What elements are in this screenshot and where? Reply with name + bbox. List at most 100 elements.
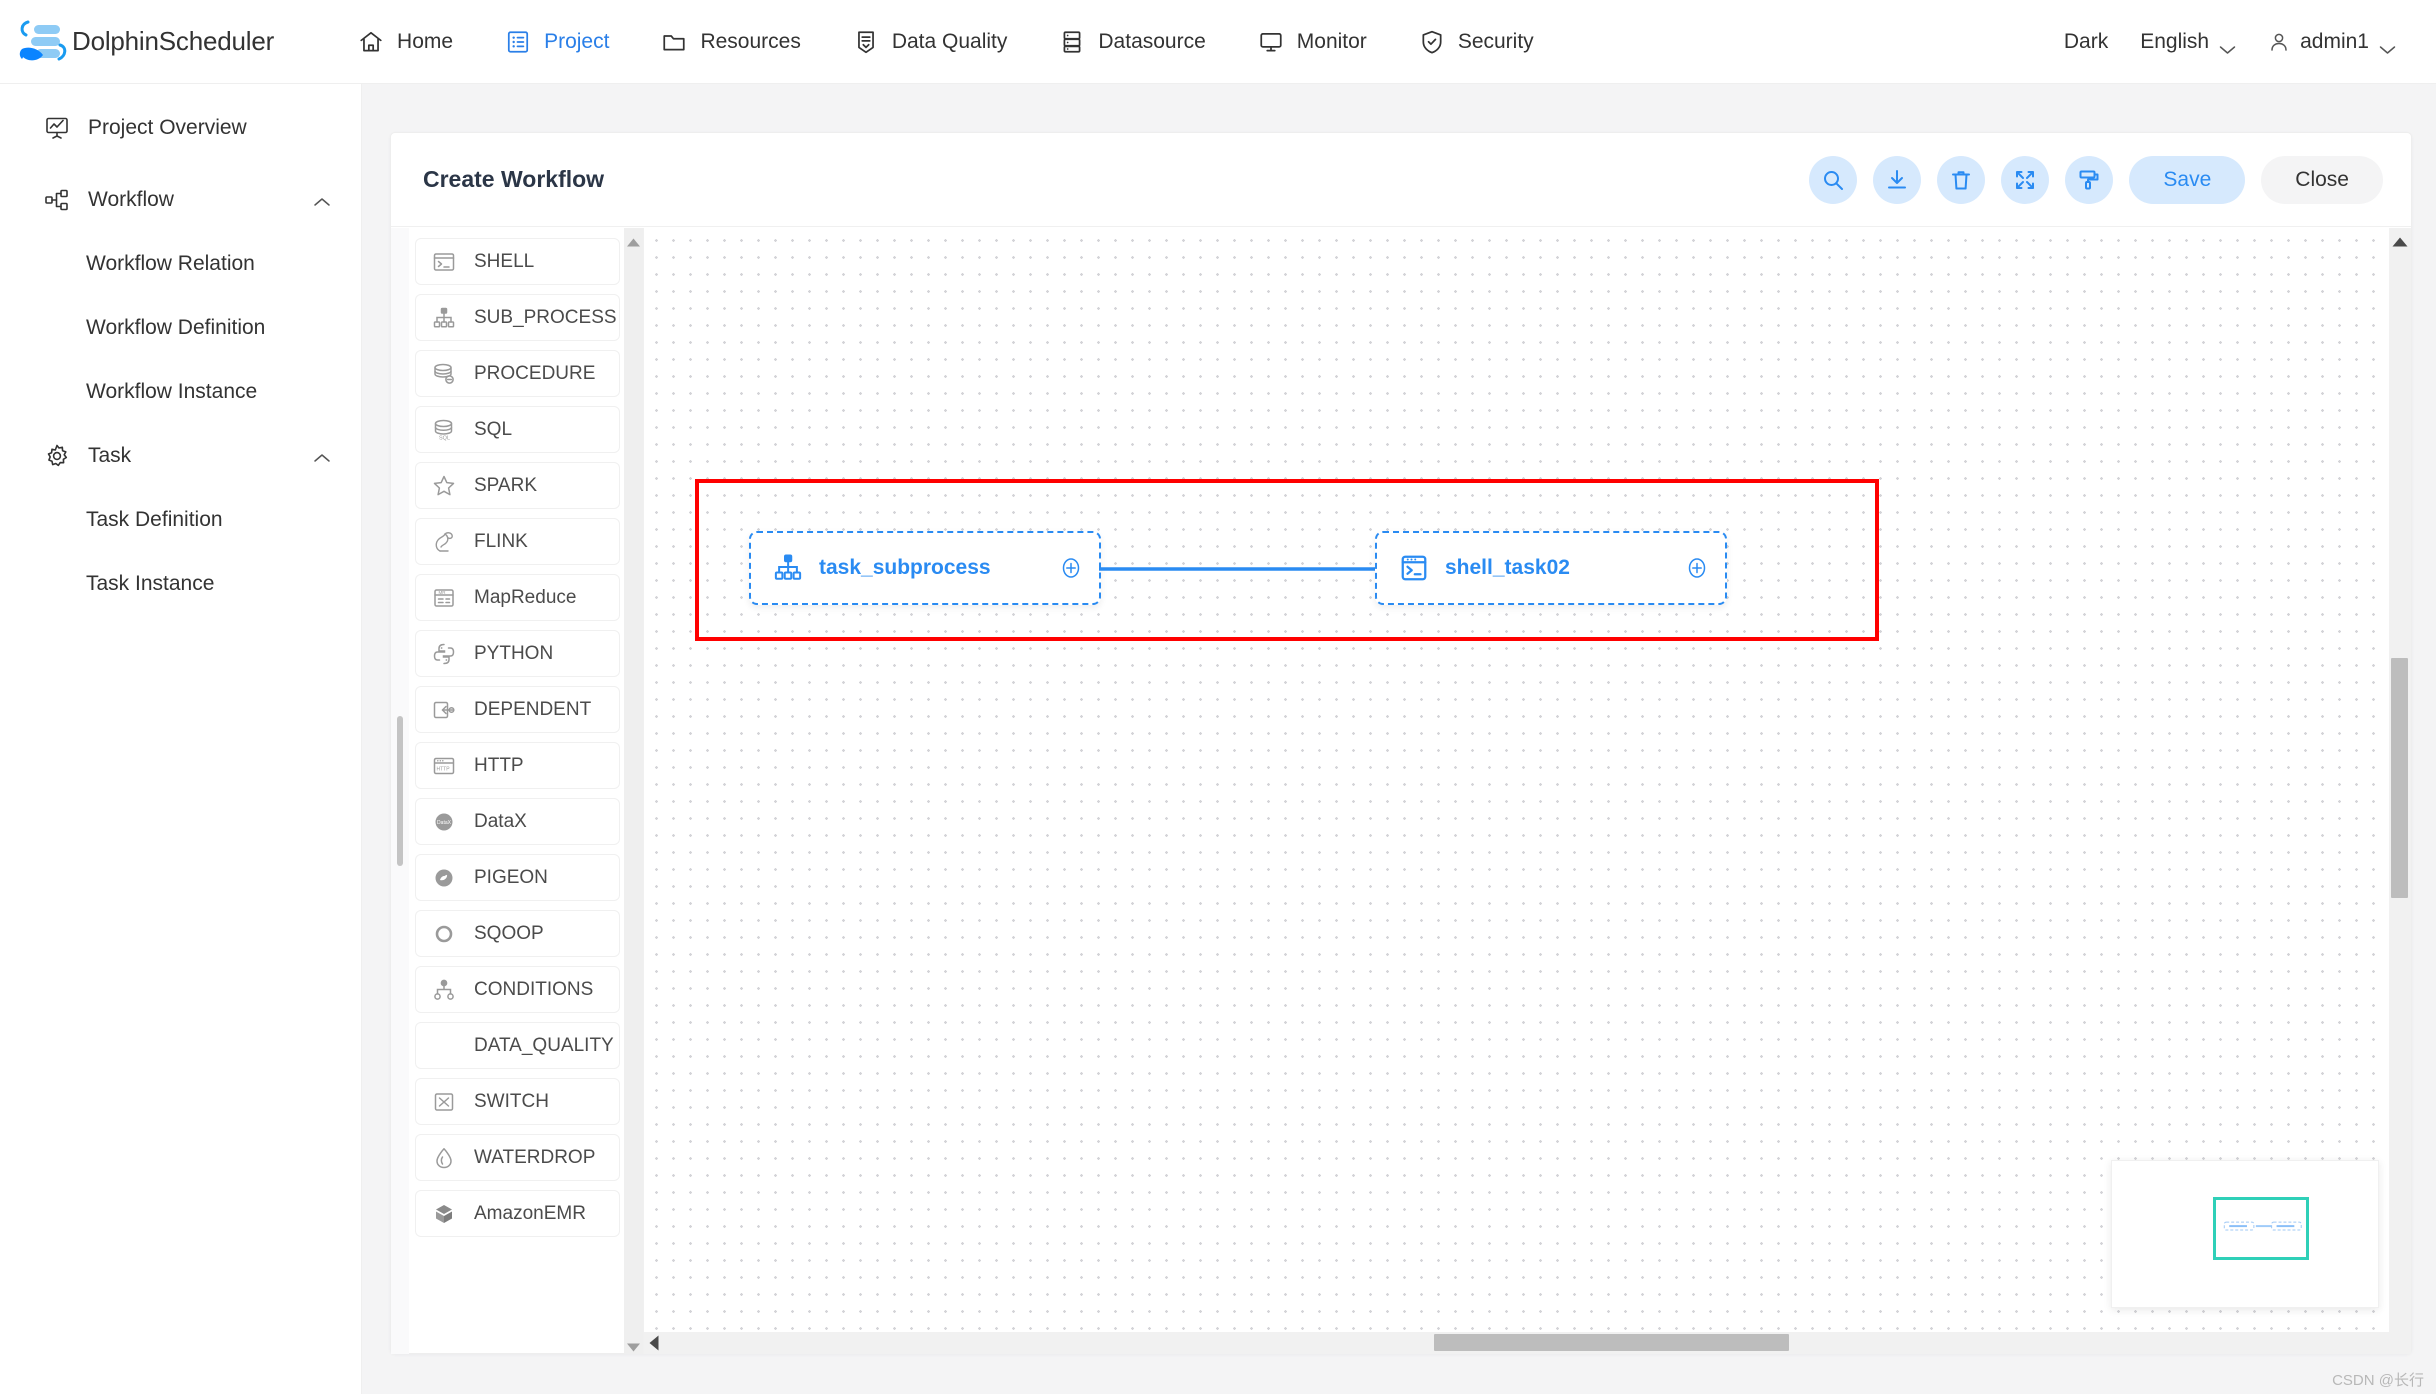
plus-circle-icon[interactable]	[1685, 556, 1709, 580]
chevron-up-icon[interactable]	[313, 451, 331, 462]
horizontal-scroll-thumb[interactable]	[1434, 1334, 1789, 1351]
triangle-up-icon[interactable]	[2392, 234, 2408, 247]
home-icon	[358, 29, 384, 55]
nav-item-project[interactable]: Project	[479, 0, 635, 84]
panel-body: SHELL SUB_PROCESS PROCEDURE SQL SQL SPAR…	[391, 228, 2411, 1354]
pigeon-icon	[432, 866, 456, 890]
sidebar-item-label: Workflow Relation	[86, 252, 255, 275]
palette-item-label: FLINK	[474, 530, 528, 552]
nav-item-home[interactable]: Home	[332, 0, 479, 84]
language-selector[interactable]: English	[2124, 30, 2252, 54]
brand[interactable]: DolphinScheduler	[16, 19, 274, 65]
nav-item-datasource[interactable]: Datasource	[1033, 0, 1231, 84]
canvas-vertical-scrollbar[interactable]	[2389, 228, 2411, 1332]
palette-item-label: CONDITIONS	[474, 978, 594, 1000]
sidebar-item-workflow-definition[interactable]: Workflow Definition	[0, 296, 361, 360]
vertical-scroll-thumb[interactable]	[2391, 658, 2408, 898]
save-button[interactable]: Save	[2129, 155, 2246, 204]
workflow-edge-subprocess-to-shell[interactable]	[1099, 562, 1399, 576]
python-icon	[432, 642, 456, 666]
download-button[interactable]	[1873, 155, 1922, 204]
triangle-down-icon[interactable]	[626, 1339, 641, 1352]
chevron-down-icon	[2379, 37, 2396, 54]
palette-item-label: DEPENDENT	[474, 698, 592, 720]
nav-item-monitor[interactable]: Monitor	[1232, 0, 1393, 84]
left-sidebar: Project Overview Workflow Workflow Relat…	[0, 84, 362, 1394]
palette-item-sqoop[interactable]: SQOOP	[415, 910, 620, 957]
palette-item-label: SWITCH	[474, 1090, 549, 1112]
overview-icon	[44, 115, 70, 141]
triangle-up-icon[interactable]	[626, 234, 641, 247]
palette-item-label: PROCEDURE	[474, 362, 596, 384]
main-content: Create Workflow Save Close SHELL SUB_PRO…	[362, 84, 2436, 1394]
chevron-up-icon[interactable]	[313, 195, 331, 206]
resize-grip	[397, 716, 403, 866]
nav-item-security[interactable]: Security	[1393, 0, 1560, 84]
canvas-minimap[interactable]	[2111, 1160, 2379, 1308]
node-label: task_subprocess	[819, 556, 991, 579]
fullscreen-button[interactable]	[2001, 155, 2050, 204]
palette-item-label: PIGEON	[474, 866, 548, 888]
download-icon	[1885, 168, 1909, 192]
user-menu[interactable]: admin1	[2252, 30, 2412, 54]
trash-icon	[1949, 168, 1973, 192]
close-button[interactable]: Close	[2261, 155, 2383, 204]
page-title: Create Workflow	[423, 166, 605, 192]
palette-item-flink[interactable]: FLINK	[415, 518, 620, 565]
palette-item-http[interactable]: HTTP HTTP	[415, 742, 620, 789]
nav-item-data-quality[interactable]: Data Quality	[827, 0, 1034, 84]
format-button[interactable]	[2065, 155, 2114, 204]
palette-item-datax[interactable]: DataX DataX	[415, 798, 620, 845]
canvas-horizontal-scrollbar[interactable]	[644, 1332, 2389, 1354]
palette-item-conditions[interactable]: CONDITIONS	[415, 966, 620, 1013]
spark-star-icon	[432, 474, 456, 498]
palette-item-switch[interactable]: SWITCH	[415, 1078, 620, 1125]
sidebar-item-workflow-instance[interactable]: Workflow Instance	[0, 360, 361, 424]
palette-item-amazon-emr[interactable]: AmazonEMR	[415, 1190, 620, 1237]
sidebar-item-workflow[interactable]: Workflow	[0, 168, 361, 232]
workflow-icon	[44, 187, 70, 213]
nav-label: Monitor	[1296, 29, 1367, 53]
svg-text:DataX: DataX	[437, 820, 452, 826]
datax-icon: DataX	[432, 810, 456, 834]
sidebar-item-task[interactable]: Task	[0, 424, 361, 488]
palette-item-mapreduce[interactable]: MR MapReduce	[415, 574, 620, 621]
sidebar-item-workflow-relation[interactable]: Workflow Relation	[0, 232, 361, 296]
sidebar-item-project-overview[interactable]: Project Overview	[0, 96, 361, 160]
palette-item-label: DATA_QUALITY	[474, 1034, 614, 1056]
hierarchy-icon	[773, 553, 803, 583]
delete-button[interactable]	[1937, 155, 1986, 204]
theme-toggle[interactable]: Dark	[2048, 30, 2124, 54]
datasource-icon	[1059, 29, 1085, 55]
svg-text:SQL: SQL	[439, 435, 450, 441]
palette-item-pigeon[interactable]: PIGEON	[415, 854, 620, 901]
palette-item-data-quality[interactable]: DATA_QUALITY	[415, 1022, 620, 1069]
palette-item-procedure[interactable]: PROCEDURE	[415, 350, 620, 397]
search-button[interactable]	[1809, 155, 1858, 204]
workflow-node-task-subprocess[interactable]: task_subprocess	[749, 531, 1101, 605]
palette-scrollbar[interactable]	[624, 228, 643, 1354]
shield-icon	[1419, 29, 1445, 55]
nav-item-resources[interactable]: Resources	[635, 0, 826, 84]
palette-item-label: SQOOP	[474, 922, 544, 944]
workflow-node-shell-task02[interactable]: shell_task02	[1375, 531, 1727, 605]
palette-resize-handle[interactable]	[391, 228, 409, 1354]
palette-item-label: SUB_PROCESS	[474, 306, 617, 328]
triangle-left-icon[interactable]	[649, 1335, 659, 1351]
minimap-viewport[interactable]	[2213, 1197, 2309, 1260]
search-icon	[1821, 168, 1845, 192]
palette-item-spark[interactable]: SPARK	[415, 462, 620, 509]
sidebar-item-task-instance[interactable]: Task Instance	[0, 552, 361, 616]
workflow-canvas[interactable]: task_subprocess shell_task02	[643, 228, 2411, 1354]
plus-circle-icon[interactable]	[1059, 556, 1083, 580]
user-name: admin1	[2300, 30, 2369, 53]
palette-item-shell[interactable]: SHELL	[415, 238, 620, 285]
palette-item-sql[interactable]: SQL SQL	[415, 406, 620, 453]
sidebar-item-task-definition[interactable]: Task Definition	[0, 488, 361, 552]
palette-item-python[interactable]: PYTHON	[415, 630, 620, 677]
palette-item-waterdrop[interactable]: WATERDROP	[415, 1134, 620, 1181]
sidebar-item-label: Workflow	[88, 188, 174, 211]
palette-item-dependent[interactable]: DEPENDENT	[415, 686, 620, 733]
palette-item-sub-process[interactable]: SUB_PROCESS	[415, 294, 620, 341]
svg-text:MR: MR	[439, 590, 447, 595]
